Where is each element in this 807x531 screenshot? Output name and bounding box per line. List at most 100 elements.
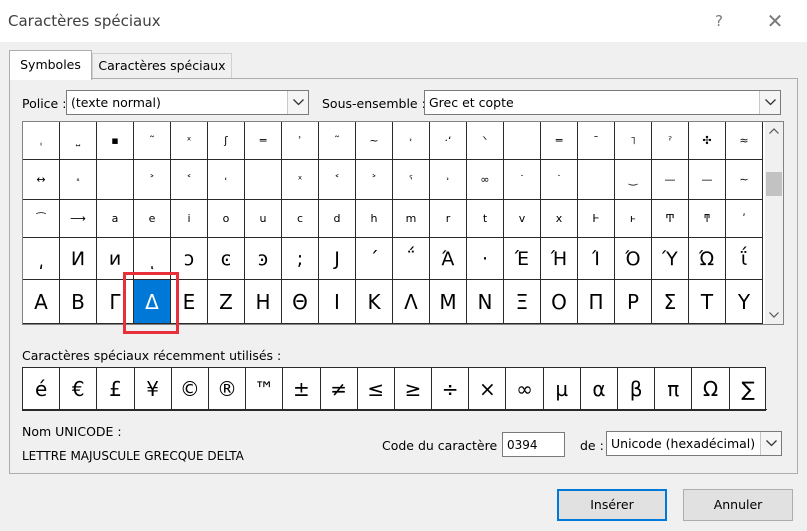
recent-symbol-cell[interactable]: £ [97,368,135,410]
scrollbar-thumb[interactable] [766,172,782,196]
from-select[interactable]: Unicode (hexadécimal) [606,431,782,456]
recent-symbol-cell[interactable]: © [171,368,209,410]
symbol-cell[interactable]: Ό [615,238,652,280]
symbol-cell[interactable]: ˃ [356,160,393,200]
symbol-cell[interactable]: Ώ [689,238,726,280]
symbol-cell[interactable]: ͵ [23,238,60,280]
symbol-cell[interactable]: ͼ [208,238,245,280]
symbol-cell[interactable]: Α [23,280,60,324]
symbol-cell[interactable]: Ή [541,238,578,280]
symbol-cell[interactable]: ≈ [726,122,763,160]
symbol-cell[interactable] [97,160,134,200]
chevron-down-icon[interactable] [759,91,780,114]
symbol-cell[interactable]: · [467,238,504,280]
symbol-cell[interactable]: Ο [541,280,578,324]
symbol-cell[interactable]: ˣ [282,160,319,200]
symbol-cell[interactable] [245,160,282,200]
recent-symbol-cell[interactable]: é [23,368,61,410]
symbol-cell[interactable]: Μ [430,280,467,324]
symbol-cell[interactable]: ˌ [23,122,60,160]
symbol-cell[interactable]: ═ [245,122,282,160]
symbol-cell[interactable]: ˀ [652,122,689,160]
recent-symbol-cell[interactable]: × [469,368,507,410]
help-button[interactable]: ? [705,8,733,34]
symbol-cell[interactable]: o [208,200,245,238]
symbol-cell[interactable]: — [689,160,726,200]
symbol-cell[interactable]: v [504,200,541,238]
recent-symbol-cell[interactable]: α [580,368,618,410]
symbol-cell[interactable]: ˉ [578,122,615,160]
symbol-cell[interactable]: ▪ [97,122,134,160]
chevron-down-icon[interactable] [287,91,308,114]
symbol-cell[interactable]: Ρ [615,280,652,324]
symbol-cell[interactable]: c [282,200,319,238]
recent-symbol-cell[interactable]: ™ [246,368,284,410]
symbol-cell[interactable]: Ͱ [578,200,615,238]
symbol-cell[interactable]: ✣ [689,122,726,160]
scroll-up-icon[interactable] [765,122,783,140]
symbol-cell[interactable]: ˽ [60,122,97,160]
symbol-cell[interactable]: t [467,200,504,238]
char-code-input[interactable]: 0394 [502,432,565,457]
symbol-cell[interactable]: ‧ʻ [430,122,467,160]
symbol-cell[interactable]: Γ [97,280,134,324]
symbol-cell[interactable]: ˒ [430,160,467,200]
symbol-cell[interactable]: Κ [356,280,393,324]
symbol-cell[interactable]: ˔ [60,160,97,200]
symbol-cell[interactable]: Ε [171,280,208,324]
symbol-cell[interactable]: ΐ [726,238,763,280]
symbol-cell[interactable]: ˂ [171,160,208,200]
symbol-cell[interactable]: ˂ [319,160,356,200]
symbol-cell[interactable]: Έ [504,238,541,280]
symbol-cell[interactable]: ʹ [726,200,763,238]
vertical-scrollbar[interactable] [765,122,783,324]
recent-symbol-cell[interactable]: ≠ [320,368,358,410]
symbol-cell[interactable]: ͡ [23,200,60,238]
symbol-cell[interactable]: Τ [689,280,726,324]
recent-symbol-cell[interactable]: ± [283,368,321,410]
symbol-cell[interactable]: ; [282,238,319,280]
recent-symbol-cell[interactable]: µ [543,368,581,410]
tab-symbols[interactable]: Symboles [9,50,92,80]
symbol-cell[interactable] [504,122,541,160]
symbol-cell[interactable]: ͽ [245,238,282,280]
symbol-cell[interactable]: ˓ [208,160,245,200]
symbol-cell[interactable]: u [245,200,282,238]
symbol-cell[interactable]: ˥ [615,122,652,160]
symbol-cell[interactable]: Η [245,280,282,324]
scroll-down-icon[interactable] [765,306,783,324]
symbol-cell[interactable]: ˁ [393,160,430,200]
close-button[interactable]: ✕ [760,8,790,34]
symbol-cell[interactable]: ˙ [504,160,541,200]
symbol-cell[interactable]: x [541,200,578,238]
symbol-cell[interactable]: Ξ [504,280,541,324]
symbol-cell[interactable]: i [171,200,208,238]
symbol-cell[interactable]: d [319,200,356,238]
symbol-cell[interactable]: Ϳ [319,238,356,280]
chevron-down-icon[interactable] [760,432,781,455]
symbol-cell[interactable]: ˣ [171,122,208,160]
symbol-cell[interactable]: ═ [541,122,578,160]
recent-symbol-cell[interactable]: ≤ [357,368,395,410]
recent-symbol-cell[interactable]: ≥ [394,368,433,410]
symbol-cell[interactable]: Σ [652,280,689,324]
tab-special-characters[interactable]: Caractères spéciaux [92,53,232,78]
symbol-cell[interactable]: Υ [726,280,763,324]
symbol-cell[interactable]: ↔ [23,160,60,200]
cancel-button[interactable]: Annuler [683,489,793,521]
symbol-cell[interactable]: ˙ [541,160,578,200]
symbol-cell[interactable]: m [393,200,430,238]
recent-symbol-cell[interactable]: ∞ [506,368,544,410]
symbol-cell[interactable]: — [652,160,689,200]
symbol-cell[interactable]: ∼ [726,160,763,200]
recent-symbol-cell[interactable]: ¥ [134,368,172,410]
symbol-cell[interactable]: ~ [356,122,393,160]
symbol-cell[interactable]: ‿ [615,160,652,200]
symbol-cell[interactable]: ͷ [97,238,134,280]
symbol-cell[interactable]: ΄ [356,238,393,280]
symbol-cell[interactable]: a [97,200,134,238]
recent-symbol-cell[interactable]: β [618,368,656,410]
symbol-cell[interactable]: Λ [393,280,430,324]
symbol-cell[interactable]: ͳ [689,200,726,238]
symbol-cell[interactable]: ͻ [171,238,208,280]
